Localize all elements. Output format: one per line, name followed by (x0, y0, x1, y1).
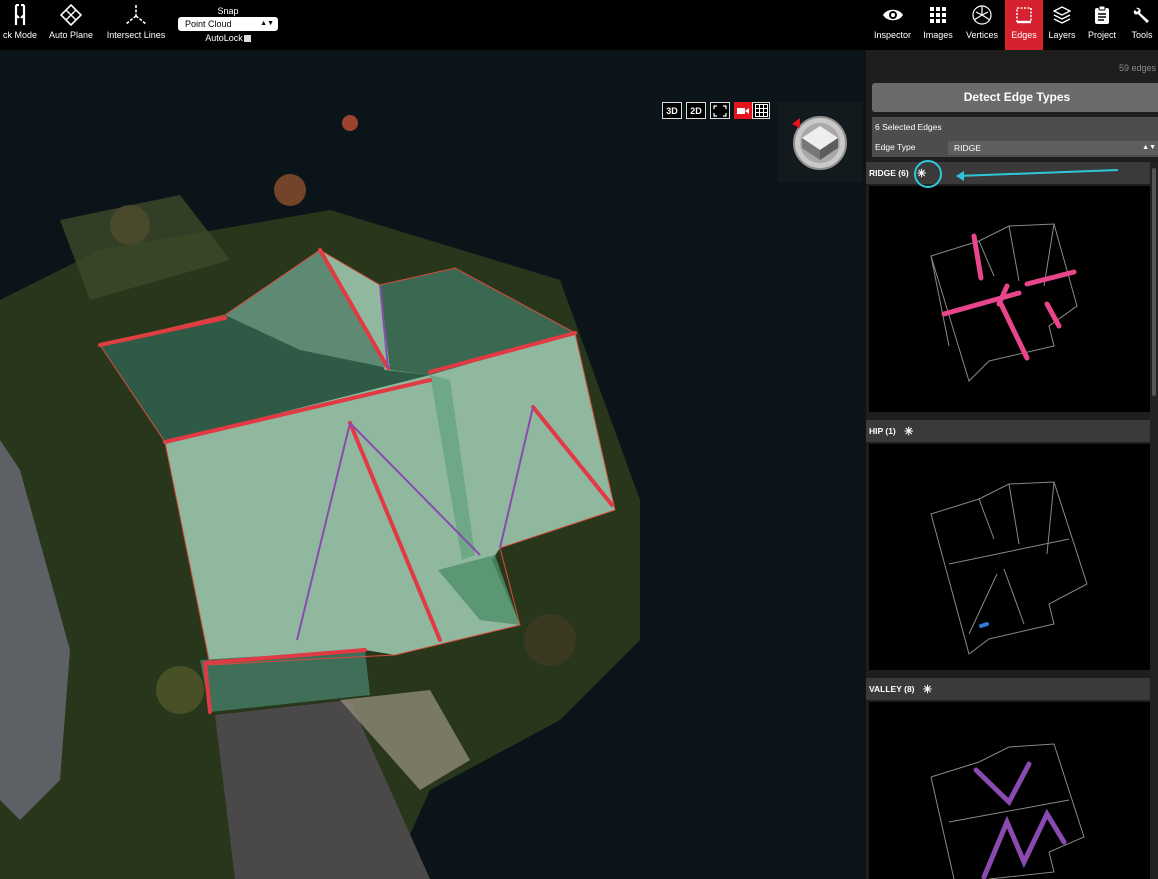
point-cloud-viewport[interactable]: 3D 2D (0, 50, 866, 879)
ridge-section-label: RIDGE (6) (869, 168, 909, 178)
snap-control: Snap Point Cloud ▲▼ AutoLock (178, 6, 278, 44)
view-3d-button[interactable]: 3D (662, 102, 682, 119)
orientation-gizmo[interactable] (778, 102, 862, 182)
selection-box: 6 Selected Edges Edge Type RIDGE ▲▼ (872, 117, 1158, 157)
record-camera-icon[interactable] (734, 102, 752, 119)
select-caret-icon: ▲▼ (260, 20, 274, 27)
grid-icon (930, 0, 946, 30)
scrollbar-thumb[interactable] (1152, 168, 1156, 396)
tool-label: Inspector (873, 30, 912, 40)
edge-type-select[interactable]: RIDGE ▲▼ (948, 141, 1158, 155)
auto-plane-tool[interactable]: Auto Plane (46, 0, 96, 50)
detect-edge-types-button[interactable]: Detect Edge Types (872, 83, 1158, 112)
hip-thumbnail[interactable] (869, 444, 1150, 670)
select-click-icon[interactable]: ✳ (917, 163, 926, 185)
autolock-checkbox[interactable] (243, 35, 251, 43)
panel-scrollbar[interactable] (1150, 162, 1158, 879)
edges-panel: 59 edges Detect Edge Types 6 Selected Ed… (866, 50, 1158, 879)
hip-section-label: HIP (1) (869, 426, 896, 436)
inspector-tool[interactable]: Inspector (870, 0, 915, 50)
grid-toggle-icon[interactable] (752, 102, 770, 119)
lock-mode-tool[interactable]: ck Mode (0, 0, 40, 50)
view-controls: 3D 2D (662, 102, 770, 119)
tool-label: Vertices (965, 30, 998, 40)
tool-label: ck Mode (2, 30, 37, 40)
hip-section-header[interactable]: HIP (1) ✳ (866, 420, 1150, 442)
valley-section-label: VALLEY (8) (869, 684, 915, 694)
valley-thumbnail[interactable] (869, 702, 1150, 879)
snap-selected-value: Point Cloud (185, 19, 232, 29)
edge-count: 59 edges (1118, 63, 1156, 73)
valley-diagram (930, 743, 1085, 879)
tool-label: Project (1087, 30, 1116, 40)
select-click-icon[interactable]: ✳ (923, 679, 932, 701)
axes-icon (123, 0, 149, 30)
selected-edges-label: 6 Selected Edges (875, 122, 942, 132)
tool-label: Images (923, 30, 953, 40)
tool-label: Edges (1011, 30, 1037, 40)
tools-tool[interactable]: Tools (1126, 0, 1158, 50)
edges-tool[interactable]: Edges (1005, 0, 1043, 50)
snap-title: Snap (217, 6, 239, 16)
tool-label: Intersect Lines (106, 30, 166, 40)
top-toolbar: ck Mode Auto Plane Intersect Lines Snap … (0, 0, 1158, 50)
pin-icon (13, 0, 27, 30)
orientation-cube-icon (792, 116, 847, 170)
intersect-lines-tool[interactable]: Intersect Lines (104, 0, 168, 50)
point-cloud-scene[interactable] (0, 50, 866, 879)
layers-tool[interactable]: Layers (1044, 0, 1080, 50)
ridge-thumbnail[interactable] (869, 186, 1150, 412)
tool-label: Auto Plane (48, 30, 94, 40)
layers-icon (1053, 0, 1071, 30)
project-tool[interactable]: Project (1084, 0, 1120, 50)
vertices-tool[interactable]: Vertices (962, 0, 1002, 50)
fullscreen-icon[interactable] (710, 102, 730, 119)
vertices-icon (971, 0, 993, 30)
edge-type-value: RIDGE (954, 143, 981, 153)
snap-select[interactable]: Point Cloud ▲▼ (178, 17, 278, 31)
ridge-section-header[interactable]: RIDGE (6) ✳ (866, 162, 1150, 184)
diamond-grid-icon (60, 0, 82, 30)
clipboard-icon (1094, 0, 1110, 30)
edge-type-label: Edge Type (875, 142, 916, 152)
wrench-icon (1133, 0, 1151, 30)
edges-icon (1015, 0, 1033, 30)
eye-icon (882, 0, 904, 30)
images-tool[interactable]: Images (918, 0, 958, 50)
valley-section-header[interactable]: VALLEY (8) ✳ (866, 678, 1150, 700)
tool-label: Layers (1048, 30, 1076, 40)
hip-diagram (930, 481, 1088, 655)
tool-label: Tools (1131, 30, 1153, 40)
select-caret-icon: ▲▼ (1142, 144, 1156, 151)
view-2d-button[interactable]: 2D (686, 102, 706, 119)
autolock-toggle[interactable]: AutoLock (178, 33, 278, 44)
select-click-icon[interactable]: ✳ (904, 421, 913, 443)
autolock-label: AutoLock (205, 33, 243, 43)
ridge-diagram (930, 223, 1078, 382)
